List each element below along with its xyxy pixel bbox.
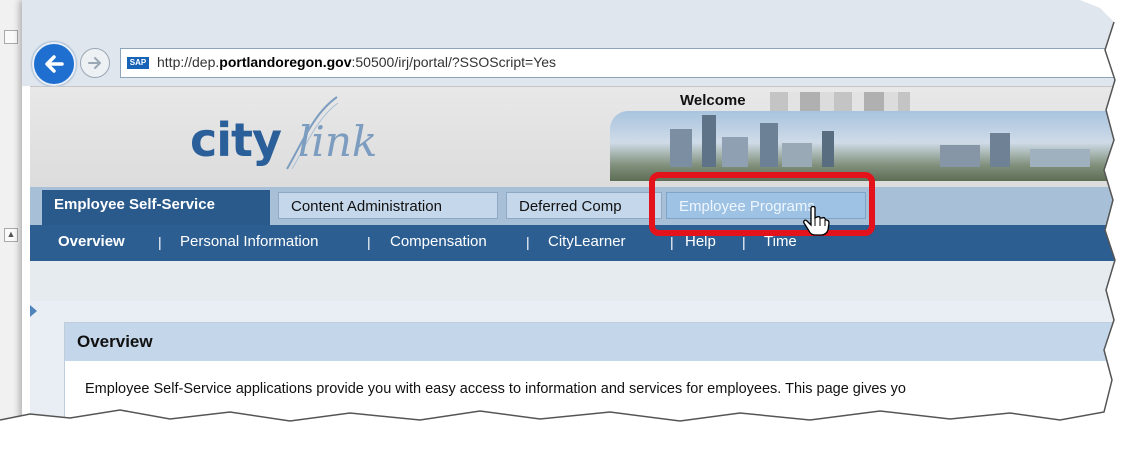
window-edge-strip: ▲: [0, 0, 23, 451]
city-skyline-banner: [610, 111, 1132, 181]
subnav-separator: |: [158, 234, 162, 250]
welcome-label: Welcome: [680, 92, 746, 109]
subnav-separator: |: [742, 234, 746, 250]
subnav-compensation[interactable]: Compensation: [390, 233, 487, 250]
scroll-up-icon[interactable]: ▲: [4, 228, 18, 242]
subnav-citylearner[interactable]: CityLearner: [548, 233, 626, 250]
overview-description: Employee Self-Service applications provi…: [85, 381, 906, 397]
hand-cursor-icon: [803, 206, 830, 236]
citylink-logo[interactable]: city link: [190, 93, 430, 173]
subnav-personal-information[interactable]: Personal Information: [180, 233, 318, 250]
sap-site-icon: SAP: [127, 57, 149, 69]
address-bar[interactable]: SAP http://dep.portlandoregon.gov:50500/…: [120, 48, 1132, 78]
subnav-separator: |: [367, 234, 371, 250]
tab-employee-self-service[interactable]: Employee Self-Service: [42, 190, 270, 225]
forward-button[interactable]: [80, 48, 110, 78]
expand-navigation-icon[interactable]: [30, 305, 37, 317]
highlight-annotation: [649, 172, 875, 236]
subnav-separator: |: [526, 234, 530, 250]
blurred-user-name: [770, 92, 910, 112]
back-button[interactable]: [32, 42, 76, 86]
browser-window: SAP http://dep.portlandoregon.gov:50500/…: [22, 0, 1132, 451]
subnav-overview[interactable]: Overview: [58, 233, 125, 250]
portal-tab-bar: Employee Self-Service Content Administra…: [30, 187, 1132, 225]
portal-header: city link Welcome: [30, 86, 1132, 187]
overview-panel-header: Overview: [65, 323, 1132, 361]
logo-link-text: link: [298, 117, 378, 166]
overview-title: Overview: [77, 332, 153, 351]
back-arrow-icon: [45, 55, 64, 73]
overview-panel: Overview Employee Self-Service applicati…: [64, 322, 1132, 451]
forward-arrow-icon: [88, 57, 101, 69]
logo-city-text: city: [190, 113, 282, 167]
tab-deferred-comp[interactable]: Deferred Comp: [506, 192, 662, 219]
sub-navigation: Overview | Personal Information | Compen…: [30, 225, 1132, 261]
browser-toolbar: SAP http://dep.portlandoregon.gov:50500/…: [22, 0, 1132, 86]
toolbar-strip: [30, 261, 1132, 301]
scroll-marker-icon: [4, 30, 18, 44]
url-text[interactable]: http://dep.portlandoregon.gov:50500/irj/…: [157, 54, 556, 70]
tab-content-administration[interactable]: Content Administration: [278, 192, 498, 219]
subnav-separator: |: [670, 234, 674, 250]
